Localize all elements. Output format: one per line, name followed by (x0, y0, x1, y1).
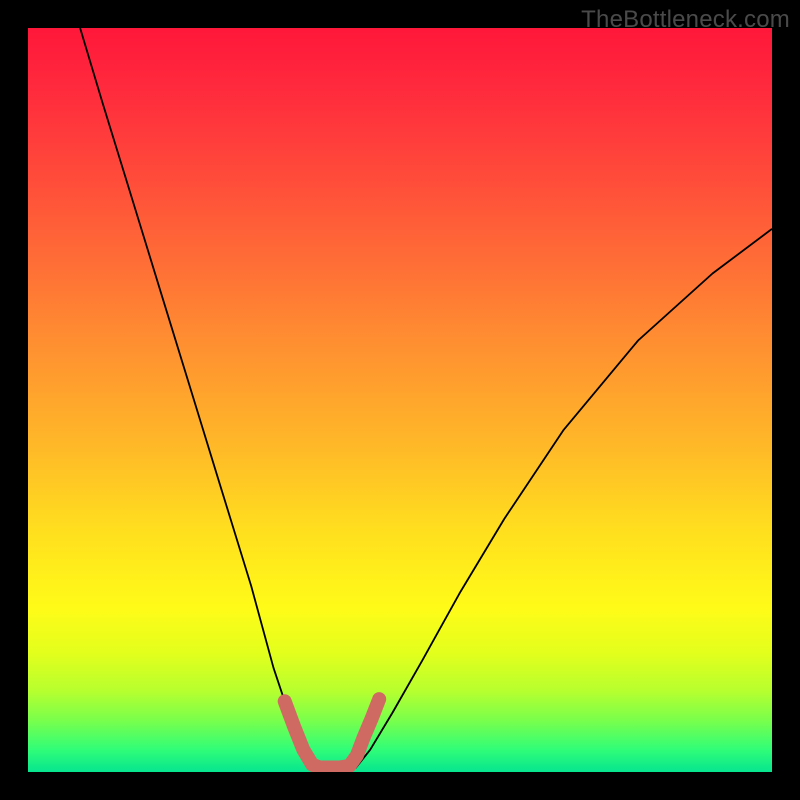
series-right-curve (355, 229, 772, 768)
curve-layer (28, 28, 772, 772)
watermark-label: TheBottleneck.com (581, 6, 790, 34)
plot-area (28, 28, 772, 772)
series-left-curve (80, 28, 314, 768)
chart-root: TheBottleneck.com (0, 0, 800, 800)
